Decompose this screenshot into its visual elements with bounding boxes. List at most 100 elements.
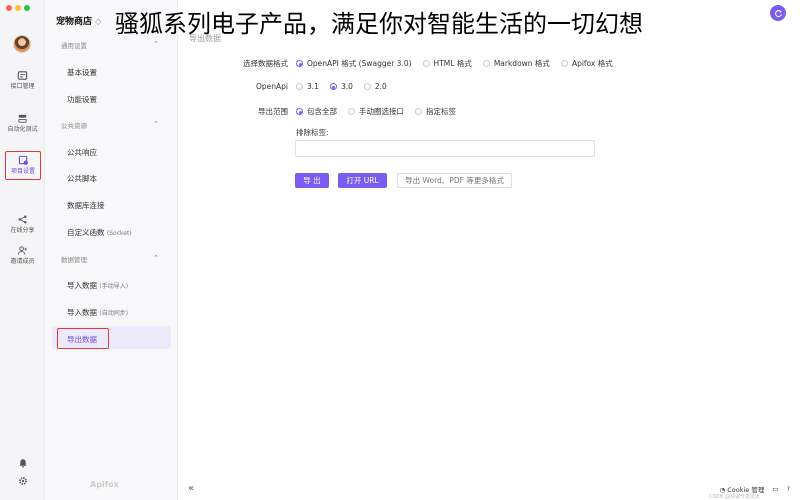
- bell-icon: [19, 459, 26, 468]
- nav-basic-settings[interactable]: 基本设置: [67, 67, 97, 78]
- nav-note: (Socket): [106, 230, 132, 237]
- radio-dot: [415, 108, 422, 115]
- chevron-updown-icon: ◇: [95, 17, 102, 26]
- radio-dot: [348, 108, 355, 115]
- save-icon[interactable]: ▭: [772, 485, 778, 493]
- version-radio-group: 3.1 3.0 2.0: [296, 82, 398, 91]
- scope-radio-group: 包含全部 手动圈选接口 指定标签: [296, 106, 467, 117]
- format-option-html[interactable]: HTML 格式: [422, 58, 472, 69]
- share-icon: [18, 215, 27, 224]
- nav-custom-function[interactable]: 自定义函数 (Socket): [67, 227, 132, 238]
- help-icon[interactable]: ?: [787, 485, 790, 493]
- scope-option-tags[interactable]: 指定标签: [415, 106, 456, 117]
- chevron-up-icon: ⌃: [153, 254, 159, 262]
- avatar[interactable]: [13, 35, 31, 53]
- radio-dot: [482, 60, 490, 67]
- rail-item-test[interactable]: 自动化测试: [0, 113, 45, 134]
- section-title: 数据管理: [61, 256, 87, 264]
- logo-text: Apifox: [90, 480, 119, 489]
- minimize-window-button[interactable]: [15, 5, 21, 11]
- nav-shared-script[interactable]: 公共脚本: [67, 173, 97, 184]
- radio-label: 手动圈选接口: [359, 107, 404, 116]
- invite-icon: [17, 246, 28, 255]
- openapi-version-label: OpenApi: [255, 82, 288, 91]
- test-icon: [18, 114, 27, 123]
- format-option-openapi[interactable]: OpenAPI 格式 (Swagger 3.0): [296, 58, 412, 69]
- format-label: 选择数据格式: [243, 59, 288, 68]
- notification-button[interactable]: [0, 458, 45, 470]
- section-shared-header[interactable]: 公共资源 ⌃: [61, 120, 171, 130]
- section-title: 公共资源: [61, 122, 87, 130]
- nav-feature-settings[interactable]: 功能设置: [67, 94, 97, 105]
- radio-label: 2.0: [374, 82, 387, 91]
- apifox-logo: Apifox: [90, 480, 119, 489]
- format-option-apifox[interactable]: Apifox 格式: [560, 58, 613, 69]
- radio-label: 包含全部: [307, 107, 337, 116]
- watermark-text: CSDN @测试开发技术: [709, 494, 760, 500]
- global-settings-button[interactable]: [0, 476, 45, 488]
- rail-item-label: 项目设置: [10, 168, 35, 175]
- close-window-button[interactable]: [6, 5, 12, 11]
- radio-label: OpenAPI 格式 (Swagger 3.0): [307, 59, 412, 68]
- version-option-2-0[interactable]: 2.0: [363, 82, 387, 91]
- nav-note: (手动导入): [99, 283, 129, 290]
- version-option-3-0[interactable]: 3.0: [329, 82, 353, 91]
- format-radio-group: OpenAPI 格式 (Swagger 3.0) HTML 格式 Markdow…: [296, 58, 624, 69]
- nav-label: 导出数据: [67, 335, 97, 344]
- radio-label: HTML 格式: [433, 59, 472, 68]
- nav-shared-response[interactable]: 公共响应: [67, 147, 97, 158]
- chevron-up-icon: ⌃: [153, 40, 159, 48]
- radio-label: Markdown 格式: [493, 59, 550, 68]
- radio-dot: [560, 60, 568, 67]
- radio-label: 指定标签: [426, 107, 456, 116]
- collapse-sidebar-icon[interactable]: «: [188, 483, 194, 494]
- project-switcher[interactable]: 宠物商店 ◇: [56, 14, 101, 27]
- sync-button[interactable]: [770, 5, 786, 21]
- exclude-tags-input[interactable]: [295, 140, 595, 157]
- radio-dot: [422, 60, 430, 67]
- main-panel: 导出数据 选择数据格式 OpenAPI 格式 (Swagger 3.0) HTM…: [178, 0, 800, 500]
- version-option-3-1[interactable]: 3.1: [296, 82, 319, 91]
- rail-item-share[interactable]: 在线分享: [0, 214, 45, 235]
- format-option-markdown[interactable]: Markdown 格式: [482, 58, 550, 69]
- settings-sidebar: 宠物商店 ◇ 通用设置 ⌃ 基本设置 功能设置 公共资源 ⌃ 公共响应 公共脚本…: [45, 0, 178, 500]
- nav-label: 导入数据: [67, 281, 97, 290]
- radio-dot: [296, 83, 303, 90]
- window-controls: [6, 5, 30, 11]
- nav-import-manual[interactable]: 导入数据 (手动导入): [67, 280, 128, 291]
- rail-item-project-settings[interactable]: 项目设置: [5, 151, 41, 180]
- nav-label: 功能设置: [67, 95, 97, 104]
- exclude-tags-label: 排除标签:: [296, 128, 329, 137]
- nav-label: 自定义函数: [67, 228, 105, 237]
- nav-note: (自动同步): [99, 310, 129, 317]
- more-formats-button[interactable]: 导出 Word、PDF 等更多格式: [397, 173, 512, 188]
- nav-label: 导入数据: [67, 308, 97, 317]
- section-general-header[interactable]: 通用设置 ⌃: [61, 40, 171, 50]
- section-data-header[interactable]: 数据管理 ⌃: [61, 254, 171, 264]
- gear-icon: [18, 477, 27, 485]
- nav-import-sync[interactable]: 导入数据 (自动同步): [67, 307, 128, 318]
- rail-item-api[interactable]: 接口管理: [0, 70, 45, 91]
- scope-label: 导出范围: [258, 107, 288, 116]
- scope-option-manual[interactable]: 手动圈选接口: [348, 106, 404, 117]
- rail-item-label: 自动化测试: [7, 126, 38, 133]
- nav-export-data[interactable]: 导出数据: [67, 334, 97, 345]
- maximize-window-button[interactable]: [24, 5, 30, 11]
- rail-item-invite[interactable]: 邀请成员: [0, 245, 45, 266]
- radio-dot: [296, 60, 303, 67]
- nav-label: 公共响应: [67, 148, 97, 157]
- radio-label: 3.0: [340, 82, 353, 91]
- api-icon: [17, 71, 28, 80]
- settings-icon: [18, 155, 28, 165]
- nav-label: 数据库连接: [67, 201, 105, 210]
- nav-db-connection[interactable]: 数据库连接: [67, 200, 105, 211]
- radio-label: 3.1: [307, 82, 319, 91]
- scope-option-all[interactable]: 包含全部: [296, 106, 337, 117]
- project-name: 宠物商店: [56, 17, 93, 27]
- open-url-button[interactable]: 打开 URL: [338, 173, 387, 188]
- rail-item-label: 接口管理: [10, 83, 35, 90]
- rail-item-label: 在线分享: [10, 227, 35, 234]
- refresh-icon: [774, 9, 782, 17]
- radio-dot: [329, 83, 337, 90]
- export-button[interactable]: 导 出: [295, 173, 329, 188]
